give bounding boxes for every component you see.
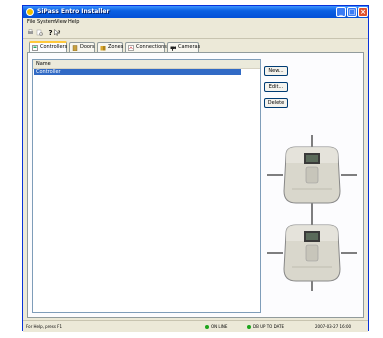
menu-help[interactable]: Help (68, 19, 79, 25)
tab-zones[interactable]: Zones (97, 42, 123, 52)
print-icon[interactable] (27, 29, 34, 36)
status-db-label: DB UP TO DATE (253, 324, 284, 329)
status-online: ON LINE (205, 324, 227, 329)
controller-diagram (267, 135, 357, 291)
tab-label: Zones (108, 44, 124, 50)
app-window: SiPass Entro Installer _ □ × File System… (22, 5, 369, 332)
status-db: DB UP TO DATE (247, 324, 284, 329)
app-icon (26, 8, 34, 16)
minimize-button[interactable]: _ (336, 7, 346, 17)
tab-connections[interactable]: Connections (125, 42, 167, 52)
connections-icon (128, 45, 134, 51)
context-help-icon[interactable]: ? (54, 29, 61, 36)
tab-label: Cameras (178, 44, 201, 50)
new-button[interactable]: New... (264, 66, 288, 76)
menu-system[interactable]: System (37, 19, 56, 25)
window-title: SiPass Entro Installer (37, 8, 110, 15)
menu-bar: File System View Help (23, 18, 368, 27)
controller-icon (32, 45, 38, 51)
tab-label: Controllers (40, 44, 68, 50)
delete-button[interactable]: Delete (264, 98, 288, 108)
help-icon[interactable]: ? (47, 29, 54, 36)
menu-file[interactable]: File (27, 19, 35, 25)
online-indicator-icon (205, 325, 209, 329)
title-bar[interactable]: SiPass Entro Installer _ □ × (23, 6, 368, 18)
status-online-label: ON LINE (211, 324, 228, 329)
close-button[interactable]: × (358, 7, 368, 17)
maximize-button[interactable]: □ (347, 7, 357, 17)
controller-image-bottom (267, 215, 357, 291)
list-header: Name (33, 60, 260, 69)
controllers-panel: Name Controller New... Edit... Delete (27, 52, 364, 318)
controller-image-top (267, 135, 357, 215)
status-datetime: 2007-03-27 16:00 (315, 324, 352, 329)
tab-doors[interactable]: Doors (69, 42, 95, 52)
menu-view[interactable]: View (55, 19, 67, 25)
camera-icon (170, 46, 176, 51)
toolbar: ? ? (23, 27, 368, 39)
tab-label: Doors (80, 44, 95, 50)
db-indicator-icon (247, 325, 251, 329)
tab-label: Connections (136, 44, 167, 50)
status-bar: For Help, press F1 ON LINE DB UP TO DATE… (23, 320, 368, 332)
svg-text:?: ? (58, 30, 61, 35)
column-header-name[interactable]: Name (36, 61, 51, 67)
list-item[interactable]: Controller (34, 69, 241, 75)
status-help-text: For Help, press F1 (26, 324, 63, 329)
controllers-list[interactable]: Name Controller (32, 59, 261, 313)
svg-text:?: ? (49, 29, 53, 36)
tab-cameras[interactable]: Cameras (167, 42, 201, 52)
zones-icon (100, 46, 106, 51)
preview-icon[interactable] (36, 29, 43, 36)
edit-button[interactable]: Edit... (264, 82, 288, 92)
door-icon (72, 45, 78, 51)
